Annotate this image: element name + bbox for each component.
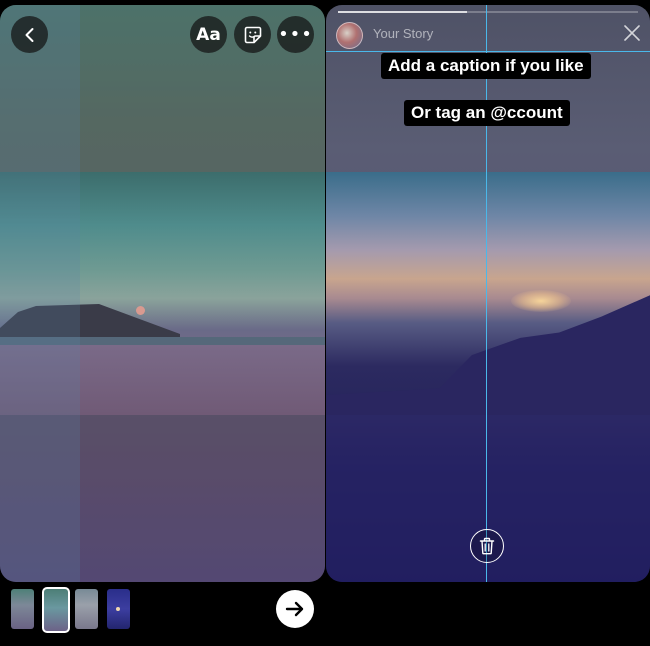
thumbnail-3[interactable] bbox=[75, 589, 98, 629]
next-button[interactable] bbox=[276, 590, 314, 628]
caption-text[interactable]: Add a caption if you like bbox=[381, 53, 591, 79]
story-title: Your Story bbox=[373, 26, 434, 41]
photo-sun bbox=[511, 290, 571, 312]
delete-button[interactable] bbox=[470, 529, 504, 563]
story-progress-fill bbox=[338, 11, 467, 13]
more-icon: ••• bbox=[278, 24, 313, 45]
sticker-icon bbox=[244, 26, 261, 43]
text-tool-button[interactable]: Aa bbox=[190, 16, 227, 53]
preview-photo[interactable] bbox=[326, 172, 650, 415]
editor-canvas[interactable]: Aa ••• bbox=[0, 5, 325, 582]
arrow-right-icon bbox=[285, 601, 304, 617]
text-tool-label: Aa bbox=[196, 24, 221, 45]
close-icon[interactable] bbox=[622, 23, 642, 43]
vertical-alignment-guide bbox=[486, 5, 487, 582]
story-progress-bar bbox=[338, 11, 638, 13]
story-preview[interactable]: Your Story Add a caption if you like Or … bbox=[326, 5, 650, 582]
thumbnail-sun-dot bbox=[116, 607, 120, 611]
horizontal-alignment-guide bbox=[326, 51, 650, 52]
thumbnail-4[interactable] bbox=[107, 589, 130, 629]
editor-left-shade bbox=[0, 5, 80, 582]
thumbnail-2-selected[interactable] bbox=[42, 587, 70, 633]
trash-icon bbox=[479, 537, 495, 555]
back-button[interactable] bbox=[11, 16, 48, 53]
more-options-button[interactable]: ••• bbox=[277, 16, 314, 53]
sticker-button[interactable] bbox=[234, 16, 271, 53]
thumbnail-1[interactable] bbox=[11, 589, 34, 629]
tag-text[interactable]: Or tag an @ccount bbox=[404, 100, 570, 126]
photo-hill bbox=[326, 295, 650, 415]
photo-moon bbox=[136, 306, 145, 315]
chevron-left-icon bbox=[25, 27, 33, 42]
avatar bbox=[336, 22, 363, 49]
